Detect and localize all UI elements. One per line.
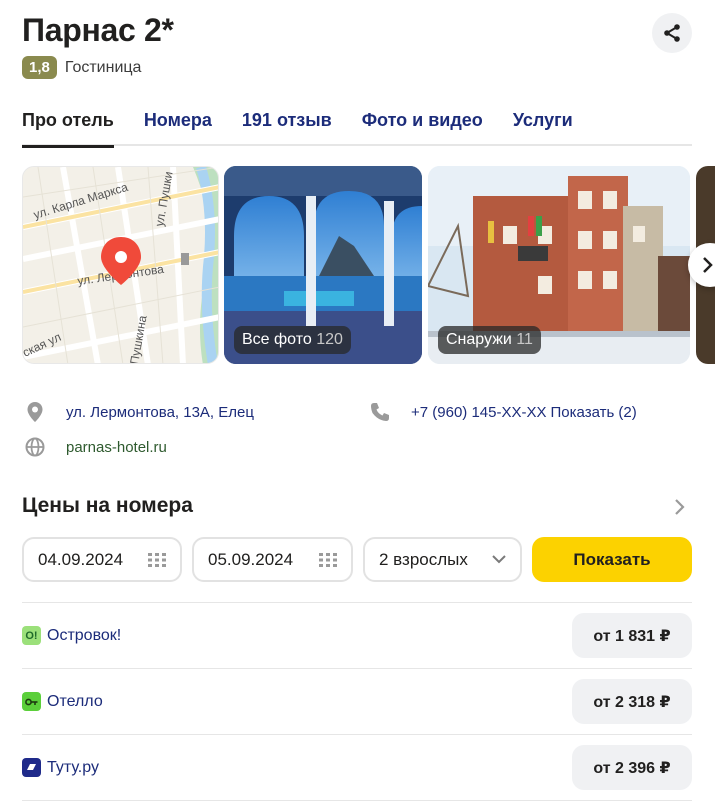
tab-about[interactable]: Про отель <box>22 108 114 148</box>
divider <box>22 800 692 801</box>
phone-row[interactable]: +7 (960) 145-XX-XX Показать (2) <box>369 401 637 423</box>
offer-provider-name: Отелло <box>47 692 103 710</box>
photo-outside[interactable]: Снаружи 11 <box>428 166 690 364</box>
show-prices-button[interactable]: Показать <box>532 537 692 582</box>
hotel-category: Гостиница <box>64 58 142 76</box>
offer-provider-name: Островок! <box>47 626 122 644</box>
share-button[interactable] <box>652 13 692 53</box>
phone-icon <box>369 401 391 423</box>
photo-gallery: ул. Карла Маркса ул. Пушки ул. Лермонтов… <box>22 166 715 364</box>
prices-expand-button[interactable] <box>674 498 686 521</box>
tab-photos[interactable]: Фото и видео <box>362 108 483 146</box>
offer-provider: O! Островок! <box>22 626 121 645</box>
website-row[interactable]: parnas-hotel.ru <box>24 436 167 458</box>
rating-badge[interactable]: 1,8 <box>22 56 57 79</box>
checkin-date-value: 04.09.2024 <box>38 549 124 569</box>
location-pin-icon <box>24 401 46 423</box>
photo-all[interactable]: Все фото 120 <box>224 166 422 364</box>
offer-provider-name: Туту.ру <box>47 758 99 776</box>
offer-provider: Туту.ру <box>22 758 99 777</box>
address-row[interactable]: ул. Лермонтова, 13А, Елец <box>24 401 254 423</box>
map-preview[interactable]: ул. Карла Маркса ул. Пушки ул. Лермонтов… <box>22 166 219 364</box>
tab-services[interactable]: Услуги <box>513 108 573 146</box>
all-photos-label: Все фото 120 <box>234 326 351 354</box>
chevron-down-icon <box>492 555 506 564</box>
prices-heading: Цены на номера <box>22 494 193 517</box>
tutu-logo-icon <box>22 758 41 777</box>
offer-row[interactable]: O! Островок! от 1 831 ₽ <box>22 602 692 668</box>
calendar-icon <box>319 552 337 567</box>
offer-provider: Отелло <box>22 692 103 711</box>
checkout-date-field[interactable]: 05.09.2024 <box>192 537 353 582</box>
calendar-icon <box>148 552 166 567</box>
show-phone-link[interactable]: Показать (2) <box>551 404 637 421</box>
all-photos-text: Все фото <box>242 331 312 348</box>
ostrovok-logo-icon: O! <box>22 626 41 645</box>
share-icon <box>664 24 680 42</box>
guests-value: 2 взрослых <box>379 549 468 569</box>
chevron-right-icon <box>703 257 713 273</box>
rating-row: 1,8 Гостиница <box>22 56 141 79</box>
offer-row[interactable]: Туту.ру от 2 396 ₽ <box>22 734 692 800</box>
checkin-date-field[interactable]: 04.09.2024 <box>22 537 182 582</box>
globe-icon <box>24 436 46 458</box>
address-text: ул. Лермонтова, 13А, Елец <box>66 403 254 421</box>
map-image: ул. Карла Маркса ул. Пушки ул. Лермонтов… <box>23 167 218 363</box>
outside-text: Снаружи <box>446 331 512 348</box>
all-photos-count: 120 <box>316 331 343 348</box>
offer-row[interactable]: Отелло от 2 318 ₽ <box>22 668 692 734</box>
outside-count: 11 <box>516 331 533 348</box>
website-link[interactable]: parnas-hotel.ru <box>66 439 167 456</box>
chevron-right-icon <box>675 499 685 515</box>
guests-select[interactable]: 2 взрослых <box>363 537 522 582</box>
tab-rooms[interactable]: Номера <box>144 108 212 146</box>
phone-number: +7 (960) 145-XX-XX <box>411 403 547 421</box>
offer-price-button[interactable]: от 1 831 ₽ <box>572 613 692 658</box>
hotel-title: Парнас 2* <box>22 12 174 48</box>
offer-price-button[interactable]: от 2 318 ₽ <box>572 679 692 724</box>
tab-reviews[interactable]: 191 отзыв <box>242 108 332 146</box>
offer-price-button[interactable]: от 2 396 ₽ <box>572 745 692 790</box>
checkout-date-value: 05.09.2024 <box>208 549 294 569</box>
tab-bar: Про отель Номера 191 отзыв Фото и видео … <box>22 108 692 148</box>
key-logo-icon <box>22 692 41 711</box>
outside-photos-label: Снаружи 11 <box>438 326 541 354</box>
